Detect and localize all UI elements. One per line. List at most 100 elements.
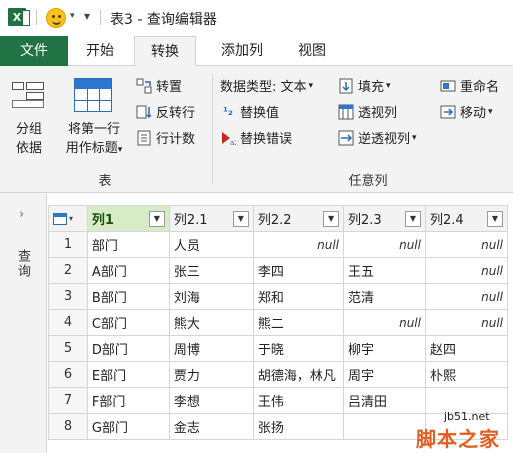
table-cell[interactable]: 贾力 [168,361,254,388]
table-cell[interactable]: 周博 [168,335,254,362]
filter-dropdown-icon[interactable]: ▼ [323,211,340,227]
transpose-button[interactable]: 转置 [136,76,182,95]
table-cell[interactable]: D部门 [86,335,170,362]
row-number[interactable]: 5 [48,335,88,362]
move-button[interactable]: 移动 ▾ [440,102,493,121]
table-cell[interactable]: 熊大 [168,309,254,336]
column-header[interactable]: 列1 ▼ [86,205,170,232]
pivot-column-button[interactable]: 透视列 [338,102,397,121]
tab-file[interactable]: 文件 [0,36,68,66]
row-number[interactable]: 7 [48,387,88,414]
row-number[interactable]: 2 [48,257,88,284]
row-number[interactable]: 8 [48,413,88,440]
table-cell[interactable]: null [252,231,345,258]
reverse-rows-button[interactable]: 反转行 [136,102,195,121]
replace-values-button[interactable]: ¹₂ 替换值 [220,102,279,122]
table-cell[interactable]: 李四 [252,257,345,284]
table-cell[interactable]: A部门 [86,257,170,284]
customize-quick-access-icon[interactable]: ▾ [84,9,90,23]
use-first-row-as-headers-button[interactable]: 将第一行 用作标题▾ [56,74,130,164]
table-cell[interactable]: 李想 [168,387,254,414]
smiley-feedback-icon[interactable] [46,8,66,28]
filter-dropdown-icon[interactable]: ▼ [404,211,421,227]
rename-button[interactable]: 重命名 [440,76,499,95]
group-by-label-line1: 分组 [15,122,42,137]
table-cell[interactable]: 范清 [343,283,426,310]
unpivot-columns-button[interactable]: 逆透视列 ▾ [338,128,417,147]
replace-errors-button[interactable]: a2 替换错误 [220,128,292,147]
column-header-label: 列2.4 [429,213,464,228]
queries-pane-collapsed[interactable]: › 查询 [0,193,47,453]
table-cell[interactable]: null [424,309,509,336]
chevron-right-icon[interactable]: › [19,207,24,222]
use-first-row-label-line2: 用作标题 [65,141,118,156]
table-cell[interactable]: E部门 [86,361,170,388]
table-cell[interactable]: 周宇 [343,361,426,388]
table-cell[interactable]: null [343,231,426,258]
tab-transform[interactable]: 转换 [134,36,196,67]
table-cell[interactable]: 吕清田 [343,387,426,414]
filter-dropdown-icon[interactable]: ▼ [487,211,503,227]
table-cell[interactable]: 郑和 [252,283,345,310]
column-header[interactable]: 列2.2 ▼ [252,205,345,232]
table-menu-caret-icon: ▾ [69,214,74,223]
table-cell[interactable]: 赵四 [424,335,509,362]
any-column-group-label: 任意列 [348,174,388,189]
table-cell[interactable]: 于晓 [252,335,345,362]
data-type-label: 数据类型: 文本 [220,80,307,95]
tab-home[interactable]: 开始 [72,36,128,66]
data-type-caret-icon: ▾ [308,80,314,91]
table-cell[interactable]: 张扬 [252,413,345,440]
table-cell[interactable] [343,413,426,440]
move-label: 移动 [460,106,487,121]
table-cell[interactable]: G部门 [86,413,170,440]
table-cell[interactable]: 金志 [168,413,254,440]
table-menu-button[interactable]: ▾ [48,205,88,232]
table-cell[interactable]: 王伟 [252,387,345,414]
row-number[interactable]: 3 [48,283,88,310]
count-rows-label: 行计数 [156,132,196,147]
table-cell[interactable]: B部门 [86,283,170,310]
column-header[interactable]: 列2.1 ▼ [168,205,254,232]
data-type-dropdown[interactable]: 数据类型: 文本 ▾ [220,76,313,95]
excel-app-icon-letter: X [12,10,22,24]
table-cell[interactable]: 刘海 [168,283,254,310]
column-header-label: 列2.2 [257,213,292,228]
queries-pane-label: 查询 [15,249,30,279]
table-cell[interactable]: 熊二 [252,309,345,336]
fill-button[interactable]: 填充 ▾ [338,76,391,95]
row-number[interactable]: 6 [48,361,88,388]
group-by-icon [12,82,46,108]
column-header[interactable]: 列2.3 ▼ [343,205,426,232]
filter-dropdown-icon[interactable]: ▼ [148,211,165,227]
table-cell[interactable]: 朴熙 [424,361,509,388]
table-cell[interactable]: null [424,283,509,310]
group-by-label-line2: 依据 [15,141,42,156]
filter-dropdown-icon[interactable]: ▼ [232,211,249,227]
table-cell[interactable]: 王五 [343,257,426,284]
excel-app-icon[interactable]: X [8,8,30,26]
fill-icon [338,78,354,94]
ribbon-transform-panel: 分组 依据 将第一行 用作标题▾ 转置 反转行 行计数 表 数据类型: 文本 ▾… [0,66,513,193]
feedback-caret-icon[interactable]: ▾ [70,11,75,21]
title-divider [100,9,101,25]
table-cell[interactable]: null [343,309,426,336]
table-cell[interactable]: 胡德海，林凡 [252,361,345,388]
row-number[interactable]: 4 [48,309,88,336]
table-cell[interactable]: null [424,257,509,284]
group-by-button[interactable]: 分组 依据 [6,74,56,164]
table-cell[interactable]: 部门 [86,231,170,258]
tab-add-column[interactable]: 添加列 [206,36,278,66]
table-cell[interactable]: C部门 [86,309,170,336]
column-header[interactable]: 列2.4 ▼ [424,205,509,232]
table-cell[interactable]: 张三 [168,257,254,284]
table-cell[interactable]: 柳宇 [343,335,426,362]
transpose-icon [136,78,152,94]
use-first-row-dropdown-icon[interactable]: ▾ [118,145,123,155]
count-rows-button[interactable]: 行计数 [136,128,195,147]
table-cell[interactable]: F部门 [86,387,170,414]
table-cell[interactable]: null [424,231,509,258]
row-number[interactable]: 1 [48,231,88,258]
tab-view[interactable]: 视图 [286,36,338,66]
table-cell[interactable]: 人员 [168,231,254,258]
